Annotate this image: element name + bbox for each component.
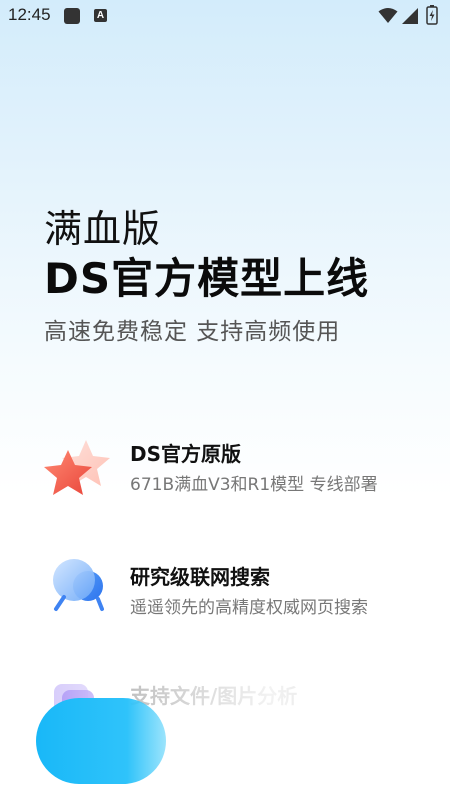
floating-action-button[interactable]: [36, 698, 166, 784]
feature-item-search: 研究级联网搜索 遥遥领先的高精度权威网页搜索: [40, 555, 420, 635]
a-badge-icon: A: [94, 9, 107, 22]
feature-description: 遥遥领先的高精度权威网页搜索: [130, 598, 368, 618]
feature-title: DS官方原版: [130, 442, 242, 466]
hero-title: DS官方模型上线: [44, 254, 370, 303]
feature-title: 研究级联网搜索: [130, 565, 270, 589]
feature-title: 支持文件/图片分析: [130, 684, 298, 708]
feature-item-official: DS官方原版 671B满血V3和R1模型 专线部署: [40, 432, 420, 512]
status-time: 12:45: [8, 5, 51, 24]
app-square-icon: [64, 8, 80, 24]
globe-search-icon: [40, 555, 118, 633]
cellular-icon: [402, 8, 418, 24]
wifi-icon: [378, 8, 398, 23]
battery-icon: [426, 5, 438, 25]
feature-description: 671B满血V3和R1模型 专线部署: [130, 475, 378, 495]
hero-tagline: 高速免费稳定 支持高频使用: [44, 319, 341, 345]
star-icon: [40, 432, 118, 510]
status-right-icons: [378, 5, 442, 27]
status-bar: 12:45 A: [0, 0, 450, 32]
